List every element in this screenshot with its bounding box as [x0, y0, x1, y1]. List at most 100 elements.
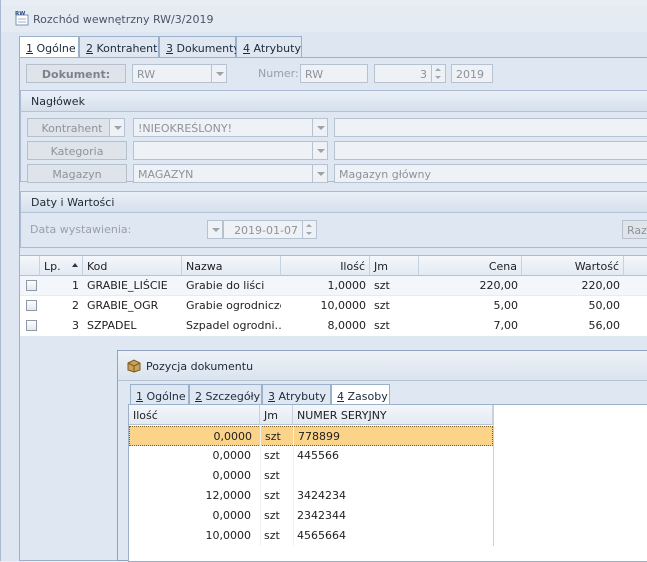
document-rw-icon: RW: [15, 11, 29, 26]
subtab-ogolne[interactable]: 1 Ogólne: [130, 384, 189, 406]
row-kod: GRABIE_OGR: [87, 299, 159, 312]
svg-text:RW: RW: [15, 11, 25, 17]
issue-date-dropdown-icon[interactable]: [207, 220, 223, 239]
magazyn-field[interactable]: MAGAZYN: [133, 164, 313, 183]
table-row[interactable]: 1 GRABIE_LIŚCIE Grabie do liści 1,0000 s…: [20, 276, 647, 296]
table-row-selected[interactable]: 0,0000 szt 778899: [129, 426, 493, 446]
table-row[interactable]: 10,0000 szt 4565664: [129, 526, 493, 546]
subtab-szczegoly-label: Szczegóły: [202, 390, 261, 403]
grid-header-cena[interactable]: Cena: [419, 256, 522, 276]
grid-header-wartosc[interactable]: Wartość: [522, 256, 624, 276]
sort-ascending-icon: [72, 263, 78, 267]
subtab-atrybuty-num: 3: [268, 390, 275, 403]
subtab-ogolne-label: Ogólne: [143, 390, 186, 403]
number-prefix-field[interactable]: RW: [300, 64, 368, 83]
row-checkbox[interactable]: [26, 320, 37, 331]
zasoby-ilosc: 0,0000: [212, 509, 252, 522]
zasoby-serial: 4565664: [297, 529, 346, 542]
grid-header-kod[interactable]: Kod: [83, 256, 182, 276]
row-cena: 5,00: [493, 299, 519, 312]
zasoby-serial: 3424234: [297, 489, 346, 502]
row-kod: SZPADEL: [87, 319, 137, 332]
kategoria-field[interactable]: [133, 141, 313, 160]
zasoby-jm: szt: [264, 489, 280, 502]
kategoria-button[interactable]: Kategoria: [27, 141, 127, 160]
zasoby-column-divider: [493, 405, 494, 546]
daty-group: Daty i Wartości Data wystawienia: 2019-0…: [20, 191, 647, 248]
table-row[interactable]: 3 SZPADEL Szpadel ogrodni… 8,0000 szt 7,…: [20, 316, 647, 336]
kontrahent-dropdown-icon[interactable]: [312, 118, 328, 137]
package-icon: [127, 359, 141, 373]
tab-kontrahent-label: Kontrahent: [93, 42, 158, 55]
row-jm: szt: [374, 279, 390, 292]
zasoby-header-jm[interactable]: Jm: [260, 405, 293, 425]
tab-ogolne[interactable]: 1 Ogólne: [19, 36, 79, 59]
tab-dokumenty[interactable]: 3 Dokumenty: [159, 36, 240, 58]
table-row[interactable]: 2 GRABIE_OGR Grabie ogrodnicze 10,0000 s…: [20, 296, 647, 316]
document-type-dropdown-icon[interactable]: [211, 64, 227, 83]
table-row[interactable]: 0,0000 szt: [129, 466, 493, 486]
number-year-field[interactable]: 2019: [451, 64, 493, 83]
zasoby-serial: 445566: [297, 449, 339, 462]
kategoria-name-field[interactable]: [334, 141, 647, 160]
grid-header-nazwa[interactable]: Nazwa: [182, 256, 281, 276]
tab-atrybuty-label: Atrybuty: [250, 42, 301, 55]
issue-date-field[interactable]: 2019-01-07: [223, 220, 303, 239]
row-lp: 3: [72, 319, 79, 332]
naglowek-title: Nagłówek: [21, 91, 647, 112]
zasoby-jm: szt: [265, 430, 281, 443]
kontrahent-field[interactable]: !NIEOKREŚLONY!: [133, 118, 313, 137]
zasoby-col-divider-2: [293, 425, 294, 546]
tab-atrybuty[interactable]: 4 Atrybuty: [236, 36, 302, 58]
row-lp: 2: [72, 299, 79, 312]
table-row[interactable]: 0,0000 szt 2342344: [129, 506, 493, 526]
grid-header-lp[interactable]: Lp.: [40, 256, 83, 276]
tab-kontrahent-num: 2: [86, 42, 93, 55]
kontrahent-button[interactable]: Kontrahent: [27, 118, 117, 137]
row-jm: szt: [374, 319, 390, 332]
number-seq-field[interactable]: 3: [374, 64, 432, 83]
row-ilosc: 10,0000: [320, 299, 367, 312]
magazyn-dropdown-icon[interactable]: [312, 164, 328, 183]
number-spinner-icon[interactable]: [431, 64, 446, 83]
row-wartosc: 220,00: [581, 279, 621, 292]
zasoby-ilosc: 0,0000: [212, 469, 252, 482]
zasoby-jm: szt: [264, 509, 280, 522]
row-wartosc: 56,00: [588, 319, 621, 332]
row-checkbox[interactable]: [26, 300, 37, 311]
document-type-field[interactable]: RW: [132, 64, 212, 83]
zasoby-header-ilosc[interactable]: Ilość: [129, 405, 260, 425]
tab-ogolne-label: Ogólne: [33, 42, 76, 55]
grid-header-ilosc[interactable]: Ilość: [281, 256, 370, 276]
magazyn-button[interactable]: Magazyn: [27, 164, 127, 183]
zasoby-jm: szt: [264, 449, 280, 462]
kontrahent-name-field[interactable]: [334, 118, 647, 137]
row-kod: GRABIE_LIŚCIE: [87, 279, 168, 292]
pozycja-title: Pozycja dokumentu: [146, 360, 254, 373]
row-cena: 220,00: [479, 279, 519, 292]
subtab-atrybuty[interactable]: 3 Atrybuty: [262, 384, 331, 406]
subtab-atrybuty-label: Atrybuty: [275, 390, 326, 403]
row-checkbox[interactable]: [26, 280, 37, 291]
kontrahent-button-arrow-icon[interactable]: [109, 118, 125, 137]
document-button[interactable]: Dokument:: [26, 64, 126, 83]
zasoby-serial: 2342344: [297, 509, 346, 522]
magazyn-name-field[interactable]: Magazyn główny: [334, 164, 647, 183]
zasoby-header-serial[interactable]: NUMER SERYJNY: [293, 405, 493, 425]
subtab-szczegoly[interactable]: 2 Szczegóły: [189, 384, 262, 406]
issue-date-spinner-icon[interactable]: [302, 220, 317, 239]
tab-dokumenty-num: 3: [166, 42, 173, 55]
grid-header-jm[interactable]: Jm: [370, 256, 419, 276]
zasoby-serial: 778899: [298, 430, 340, 443]
tab-kontrahent[interactable]: 2 Kontrahent: [79, 36, 159, 58]
subtab-ogolne-num: 1: [136, 390, 143, 403]
zasoby-grid: Ilość Jm NUMER SERYJNY 0,0000 szt 778899…: [128, 404, 647, 562]
table-row[interactable]: 0,0000 szt 445566: [129, 446, 493, 466]
tab-ogolne-num: 1: [26, 42, 33, 55]
kategoria-dropdown-icon[interactable]: [312, 141, 328, 160]
window-title: Rozchód wewnętrzny RW/3/2019: [33, 13, 214, 26]
zasoby-col-divider-1: [260, 425, 261, 546]
row-ilosc: 1,0000: [327, 279, 367, 292]
razem-button[interactable]: Raze: [622, 220, 647, 239]
table-row[interactable]: 12,0000 szt 3424234: [129, 486, 493, 506]
